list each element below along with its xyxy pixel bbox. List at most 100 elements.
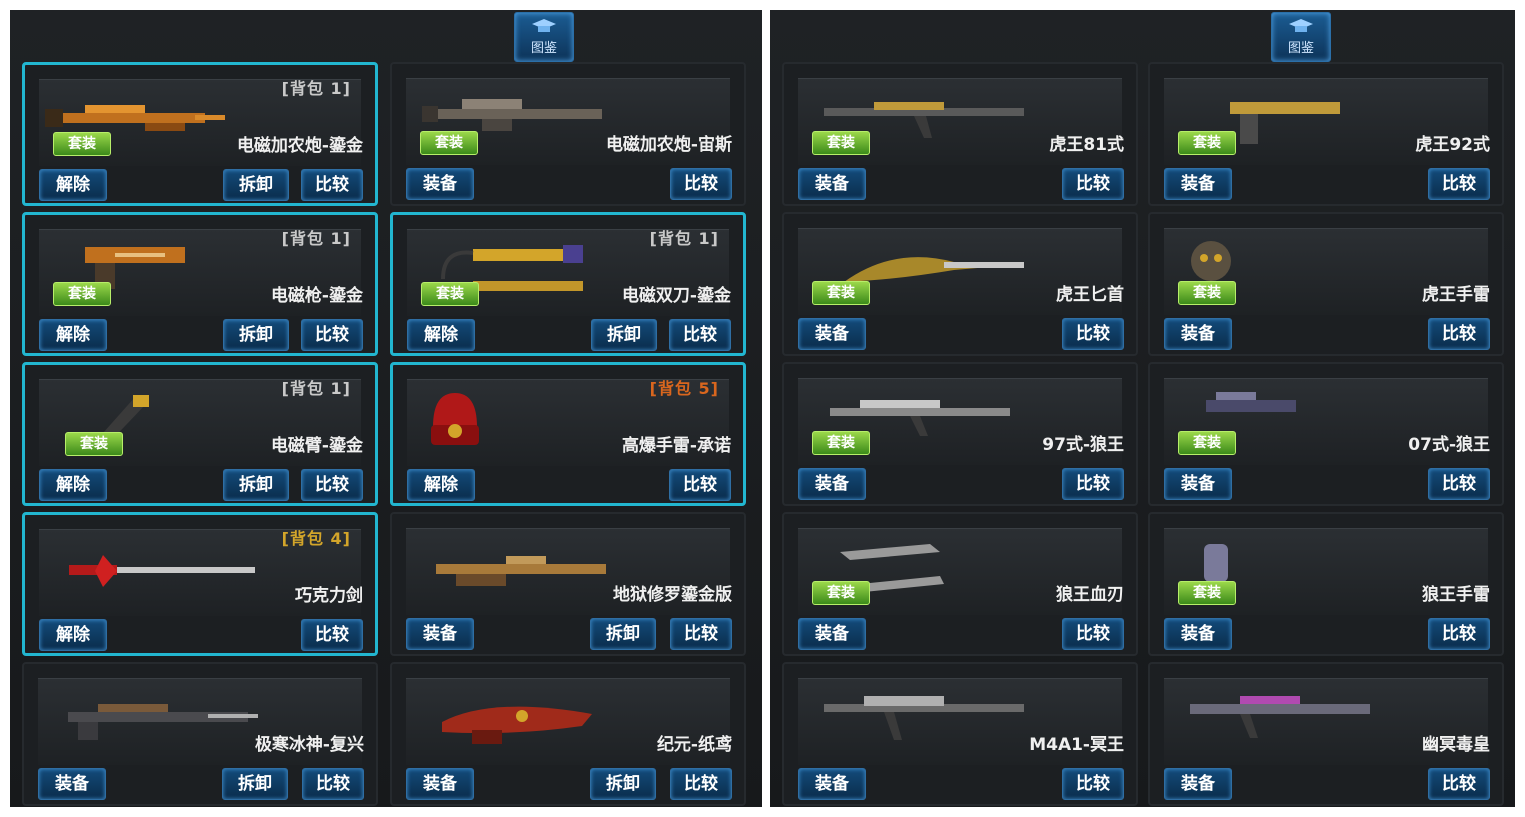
compare-button[interactable]: 比较: [669, 469, 731, 501]
weapon-card[interactable]: 极寒冰神-复兴 装备 拆卸 比较: [22, 662, 378, 806]
backpack-slot-label: [背包 1]: [281, 379, 351, 398]
compare-button[interactable]: 比较: [1062, 468, 1124, 500]
unequip-button[interactable]: 解除: [39, 469, 107, 501]
compare-button[interactable]: 比较: [669, 319, 731, 351]
weapon-card[interactable]: 套装 97式-狼王 装备 比较: [782, 362, 1138, 506]
weapon-name: 幽冥毒皇: [1422, 735, 1490, 755]
compare-button[interactable]: 比较: [301, 619, 363, 651]
disassemble-button[interactable]: 拆卸: [222, 768, 288, 800]
weapon-card-selected[interactable]: [背包 1] 套装 电磁加农炮-鎏金 解除 拆卸 比较: [22, 62, 378, 206]
disassemble-button[interactable]: 拆卸: [590, 768, 656, 800]
graduation-cap-icon: [1289, 19, 1313, 32]
disassemble-button[interactable]: 拆卸: [223, 469, 289, 501]
set-tag: 套装: [1178, 131, 1236, 155]
weapon-name: 巧克力剑: [295, 586, 363, 606]
weapon-card[interactable]: 幽冥毒皇 装备 比较: [1148, 662, 1504, 806]
disassemble-button[interactable]: 拆卸: [591, 319, 657, 351]
weapon-card[interactable]: M4A1-冥王 装备 比较: [782, 662, 1138, 806]
unequip-button[interactable]: 解除: [39, 169, 107, 201]
compare-button[interactable]: 比较: [1428, 468, 1490, 500]
equip-button[interactable]: 装备: [798, 468, 866, 500]
backpack-slot-label: [背包 1]: [281, 229, 351, 248]
compare-button[interactable]: 比较: [670, 618, 732, 650]
equip-button[interactable]: 装备: [798, 168, 866, 200]
weapon-image: [69, 555, 255, 587]
compare-button[interactable]: 比较: [1062, 618, 1124, 650]
compare-button[interactable]: 比较: [1428, 168, 1490, 200]
weapon-card-selected[interactable]: [背包 1] 套装 电磁枪-鎏金 解除 拆卸 比较: [22, 212, 378, 356]
weapon-card[interactable]: 套装 电磁加农炮-宙斯 装备 比较: [390, 62, 746, 206]
compare-button[interactable]: 比较: [1428, 768, 1490, 800]
weapon-card[interactable]: 套装 07式-狼王 装备 比较: [1148, 362, 1504, 506]
equip-button[interactable]: 装备: [798, 318, 866, 350]
compare-button[interactable]: 比较: [301, 319, 363, 351]
weapon-card[interactable]: 套装 狼王血刃 装备 比较: [782, 512, 1138, 656]
disassemble-button[interactable]: 拆卸: [223, 319, 289, 351]
unequip-button[interactable]: 解除: [407, 319, 475, 351]
weapon-image: [824, 696, 1024, 740]
equip-button[interactable]: 装备: [798, 618, 866, 650]
equip-button[interactable]: 装备: [1164, 318, 1232, 350]
weapon-card[interactable]: 套装 虎王匕首 装备 比较: [782, 212, 1138, 356]
backpack-slot-label: [背包 5]: [649, 379, 719, 398]
weapon-image: [436, 556, 606, 586]
weapon-card-selected[interactable]: [背包 1] 套装 电磁臂-鎏金 解除 拆卸 比较: [22, 362, 378, 506]
equip-button[interactable]: 装备: [1164, 618, 1232, 650]
atlas-label: 图鉴: [1287, 41, 1314, 56]
weapon-name: M4A1-冥王: [1029, 735, 1124, 755]
compare-button[interactable]: 比较: [1062, 768, 1124, 800]
atlas-label: 图鉴: [530, 41, 557, 56]
compare-button[interactable]: 比较: [302, 768, 364, 800]
weapon-card[interactable]: 纪元-纸鸢 装备 拆卸 比较: [390, 662, 746, 806]
weapon-image: [1191, 241, 1231, 281]
grenade-ring-box-icon: [431, 393, 479, 445]
equip-button[interactable]: 装备: [406, 768, 474, 800]
weapon-card[interactable]: 地狱修罗鎏金版 装备 拆卸 比较: [390, 512, 746, 656]
unequip-button[interactable]: 解除: [39, 319, 107, 351]
weapon-card[interactable]: 套装 虎王92式 装备 比较: [1148, 62, 1504, 206]
set-tag: 套装: [812, 131, 870, 155]
set-tag: 套装: [65, 432, 123, 456]
compare-button[interactable]: 比较: [670, 768, 732, 800]
compare-button[interactable]: 比较: [1428, 318, 1490, 350]
equip-button[interactable]: 装备: [406, 618, 474, 650]
weapon-name: 狼王手雷: [1422, 585, 1490, 605]
compare-button[interactable]: 比较: [301, 169, 363, 201]
atlas-button[interactable]: 图鉴: [1271, 12, 1331, 62]
weapon-card-selected[interactable]: [背包 5] 高爆手雷-承诺 解除 比较: [390, 362, 746, 506]
compare-button[interactable]: 比较: [1062, 168, 1124, 200]
set-tag: 套装: [812, 431, 870, 455]
compare-button[interactable]: 比较: [1428, 618, 1490, 650]
equip-button[interactable]: 装备: [38, 768, 106, 800]
disassemble-button[interactable]: 拆卸: [590, 618, 656, 650]
weapon-card[interactable]: 套装 虎王手雷 装备 比较: [1148, 212, 1504, 356]
weapon-card[interactable]: 套装 狼王手雷 装备 比较: [1148, 512, 1504, 656]
compare-button[interactable]: 比较: [670, 168, 732, 200]
weapon-name: 07式-狼王: [1408, 435, 1490, 455]
compare-button[interactable]: 比较: [301, 469, 363, 501]
equip-button[interactable]: 装备: [406, 168, 474, 200]
weapon-image: [68, 704, 258, 740]
weapon-name: 电磁双刀-鎏金: [621, 286, 731, 306]
equip-button[interactable]: 装备: [1164, 468, 1232, 500]
weapon-name: 电磁加农炮-宙斯: [605, 135, 732, 155]
weapon-name: 97式-狼王: [1042, 435, 1124, 455]
weapon-name: 电磁加农炮-鎏金: [236, 136, 363, 156]
right-inventory-panel: 图鉴 套装 虎王81式 装备 比较 套装 虎王92式 装备 比较 套装 虎王匕首…: [770, 10, 1515, 807]
equip-button[interactable]: 装备: [1164, 168, 1232, 200]
set-tag: 套装: [53, 132, 111, 156]
unequip-button[interactable]: 解除: [39, 619, 107, 651]
backpack-slot-label: [背包 1]: [649, 229, 719, 248]
weapon-card[interactable]: 套装 虎王81式 装备 比较: [782, 62, 1138, 206]
equip-button[interactable]: 装备: [798, 768, 866, 800]
disassemble-button[interactable]: 拆卸: [223, 169, 289, 201]
set-tag: 套装: [1178, 581, 1236, 605]
unequip-button[interactable]: 解除: [407, 469, 475, 501]
weapon-name: 虎王81式: [1049, 135, 1124, 155]
weapon-name: 高爆手雷-承诺: [621, 436, 731, 456]
weapon-card-selected[interactable]: [背包 1] 套装 电磁双刀-鎏金 解除 拆卸 比较: [390, 212, 746, 356]
weapon-card-selected[interactable]: [背包 4] 巧克力剑 解除 比较: [22, 512, 378, 656]
atlas-button[interactable]: 图鉴: [514, 12, 574, 62]
compare-button[interactable]: 比较: [1062, 318, 1124, 350]
equip-button[interactable]: 装备: [1164, 768, 1232, 800]
